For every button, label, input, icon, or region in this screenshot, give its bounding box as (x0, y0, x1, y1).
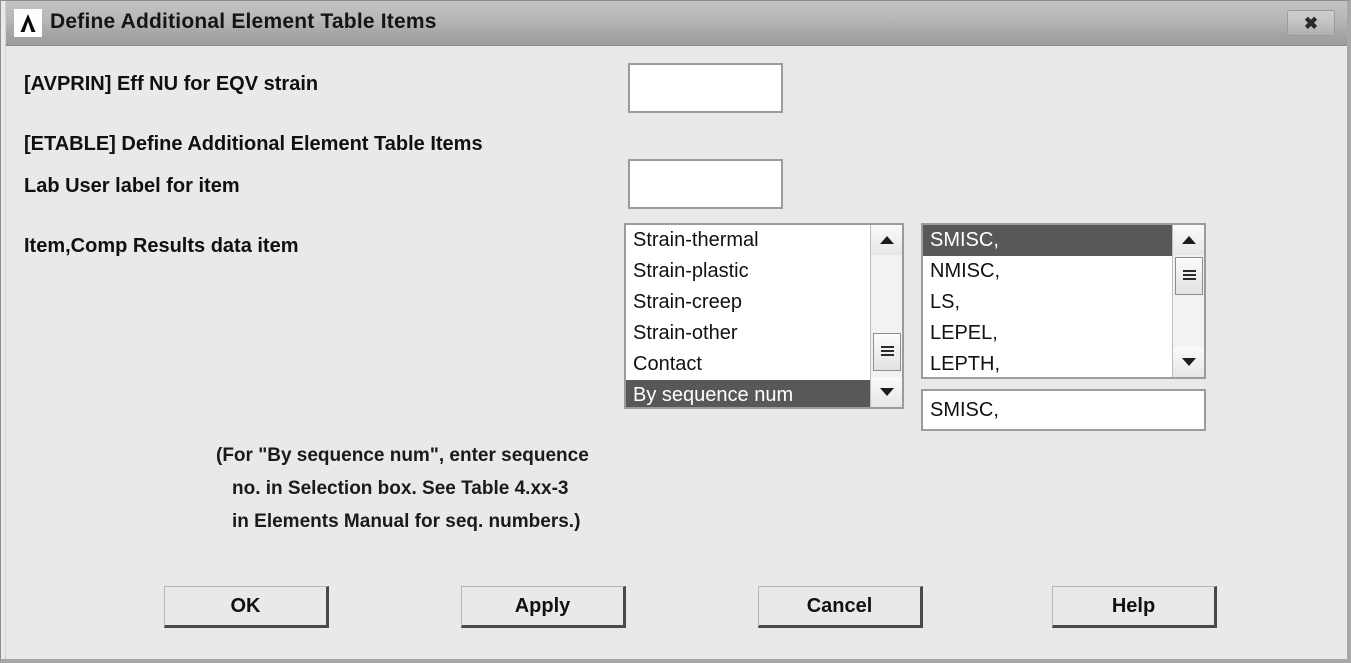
ansys-logo-icon (14, 9, 42, 37)
scroll-down-arrow-icon[interactable] (1173, 347, 1204, 377)
dialog-body: [AVPRIN] Eff NU for EQV strain [ETABLE] … (6, 47, 1347, 659)
list-item[interactable]: LS, (923, 287, 1172, 318)
title-bar[interactable]: Define Additional Element Table Items ✖ (6, 1, 1347, 46)
avprin-input[interactable] (628, 63, 783, 113)
scrollbar-thumb[interactable] (1175, 257, 1203, 295)
close-icon[interactable]: ✖ (1287, 10, 1335, 36)
scrollbar-thumb[interactable] (873, 333, 901, 371)
list-item-selected[interactable]: SMISC, (923, 225, 1172, 256)
help-note-line-1: (For "By sequence num", enter sequence (216, 445, 589, 466)
comp-listbox-scrollbar[interactable] (1172, 225, 1204, 377)
help-note-line-3: in Elements Manual for seq. numbers.) (232, 511, 581, 532)
list-item[interactable]: NMISC, (923, 256, 1172, 287)
scrollbar-grip-icon (1182, 270, 1196, 282)
help-button[interactable]: Help (1052, 586, 1217, 628)
list-item[interactable]: LEPTH, (923, 349, 1172, 377)
scroll-down-arrow-icon[interactable] (871, 377, 902, 407)
ok-button[interactable]: OK (164, 586, 329, 628)
dialog-inner-frame: Define Additional Element Table Items ✖ … (5, 1, 1347, 659)
item-listbox-items[interactable]: Strain-thermal Strain-plastic Strain-cre… (626, 225, 870, 407)
list-item[interactable]: Contact (626, 349, 870, 380)
avprin-label: [AVPRIN] Eff NU for EQV strain (24, 73, 319, 95)
list-item[interactable]: Strain-thermal (626, 225, 870, 256)
comp-listbox[interactable]: SMISC, NMISC, LS, LEPEL, LEPTH, (921, 223, 1206, 379)
lab-input[interactable] (628, 159, 783, 209)
list-item[interactable]: LEPEL, (923, 318, 1172, 349)
lab-label: Lab User label for item (24, 175, 240, 197)
dialog-title: Define Additional Element Table Items (50, 10, 437, 33)
scroll-up-arrow-icon[interactable] (1173, 225, 1204, 255)
item-listbox-scrollbar[interactable] (870, 225, 902, 407)
comp-listbox-items[interactable]: SMISC, NMISC, LS, LEPEL, LEPTH, (923, 225, 1172, 377)
item-comp-label: Item,Comp Results data item (24, 235, 299, 257)
list-item-selected[interactable]: By sequence num (626, 380, 870, 407)
help-note-line-2: no. in Selection box. See Table 4.xx-3 (232, 478, 569, 499)
define-element-table-dialog: Define Additional Element Table Items ✖ … (0, 0, 1351, 663)
list-item[interactable]: Strain-other (626, 318, 870, 349)
list-item[interactable]: Strain-creep (626, 287, 870, 318)
help-note: (For "By sequence num", enter sequence n… (216, 439, 589, 538)
scrollbar-grip-icon (880, 346, 894, 358)
list-item[interactable]: Strain-plastic (626, 256, 870, 287)
selection-input[interactable] (921, 389, 1206, 431)
etable-label: [ETABLE] Define Additional Element Table… (24, 133, 483, 155)
scroll-up-arrow-icon[interactable] (871, 225, 902, 255)
apply-button[interactable]: Apply (461, 586, 626, 628)
item-listbox[interactable]: Strain-thermal Strain-plastic Strain-cre… (624, 223, 904, 409)
cancel-button[interactable]: Cancel (758, 586, 923, 628)
